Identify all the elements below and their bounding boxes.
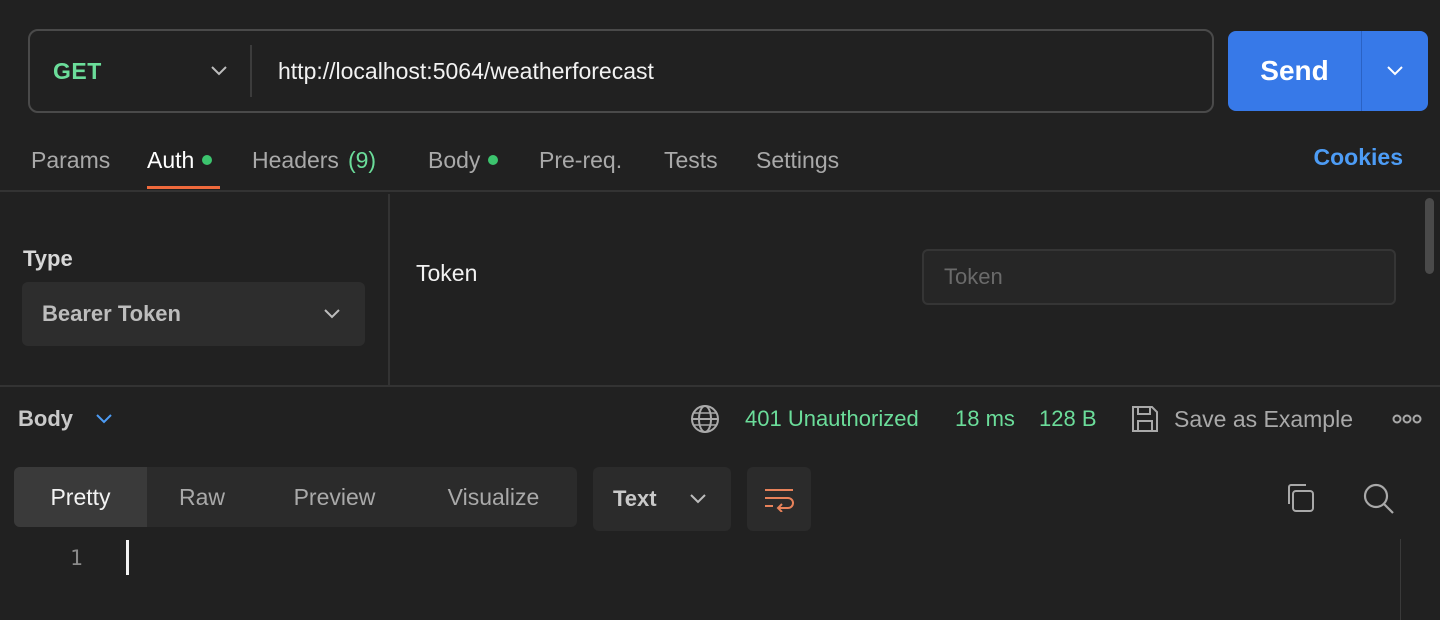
globe-icon[interactable] xyxy=(690,404,720,434)
tab-auth[interactable]: Auth xyxy=(147,144,213,176)
chevron-down-icon xyxy=(1387,66,1403,76)
line-number: 1 xyxy=(70,546,83,570)
tab-headers[interactable]: Headers (9) xyxy=(252,144,376,176)
send-button-group: Send xyxy=(1228,31,1428,111)
tab-tests[interactable]: Tests xyxy=(664,144,718,176)
tab-label: Tests xyxy=(664,146,718,173)
url-bar: GET http://localhost:5064/weatherforecas… xyxy=(28,29,1214,113)
save-as-example-label: Save as Example xyxy=(1174,405,1353,432)
modified-dot xyxy=(202,155,213,165)
text-caret xyxy=(126,540,129,575)
response-time[interactable]: 18 ms xyxy=(955,406,1015,432)
format-value: Text xyxy=(613,486,657,511)
active-tab-indicator xyxy=(147,186,220,189)
panel-divider[interactable] xyxy=(0,385,1440,387)
send-options-button[interactable] xyxy=(1362,31,1428,111)
tab-label: Settings xyxy=(756,146,840,173)
method-label: GET xyxy=(53,57,102,84)
auth-type-value: Bearer Token xyxy=(42,301,181,326)
more-icon[interactable] xyxy=(1392,410,1422,428)
tab-label: Params xyxy=(31,146,111,173)
method-select[interactable]: GET xyxy=(30,45,252,97)
headers-count: (9) xyxy=(347,146,377,173)
url-input[interactable]: http://localhost:5064/weatherforecast xyxy=(252,58,654,85)
response-view-tabs: Pretty Raw Preview Visualize xyxy=(14,467,577,527)
tab-params[interactable]: Params xyxy=(31,144,110,176)
wrap-lines-button[interactable] xyxy=(747,467,811,531)
format-select[interactable]: Text xyxy=(593,467,731,531)
token-label: Token xyxy=(416,260,478,286)
copy-icon[interactable] xyxy=(1284,482,1316,514)
save-icon xyxy=(1132,406,1158,432)
editor-scrollbar-edge xyxy=(1400,539,1401,620)
chevron-down-icon xyxy=(690,494,706,504)
view-tab-pretty[interactable]: Pretty xyxy=(14,467,147,527)
chevron-down-icon xyxy=(96,414,112,424)
request-tabs: Params Auth Headers (9) Body Pre-req. Tes… xyxy=(0,128,1440,192)
wrap-lines-icon xyxy=(765,489,794,512)
save-as-example-button[interactable]: Save as Example xyxy=(1130,404,1353,434)
scrollbar-thumb[interactable] xyxy=(1425,198,1434,274)
token-input[interactable] xyxy=(922,249,1396,305)
tab-pre-request[interactable]: Pre-req. xyxy=(539,144,622,176)
tab-settings[interactable]: Settings xyxy=(756,144,839,176)
modified-dot xyxy=(488,155,499,165)
auth-type-select[interactable]: Bearer Token xyxy=(22,282,365,346)
auth-type-label: Type xyxy=(23,246,73,271)
chevron-down-icon xyxy=(324,309,340,319)
auth-type-panel: Type Bearer Token xyxy=(0,194,390,386)
chevron-down-icon xyxy=(211,66,227,76)
tab-label: Headers xyxy=(252,146,339,173)
view-tab-raw[interactable]: Raw xyxy=(147,467,257,527)
tab-body[interactable]: Body xyxy=(428,144,499,176)
send-button[interactable]: Send xyxy=(1228,31,1362,111)
view-tab-preview[interactable]: Preview xyxy=(257,467,412,527)
search-icon[interactable] xyxy=(1362,482,1396,516)
tab-label: Pre-req. xyxy=(539,146,623,173)
response-body-dropdown[interactable]: Body xyxy=(18,406,113,432)
tab-label: Auth xyxy=(147,146,195,173)
cookies-link[interactable]: Cookies xyxy=(1314,144,1403,171)
tab-label: Body xyxy=(428,146,481,173)
view-tab-visualize[interactable]: Visualize xyxy=(412,467,575,527)
response-body-label: Body xyxy=(18,406,73,431)
status-code[interactable]: 401 Unauthorized xyxy=(745,406,919,432)
response-size[interactable]: 128 B xyxy=(1039,406,1097,432)
